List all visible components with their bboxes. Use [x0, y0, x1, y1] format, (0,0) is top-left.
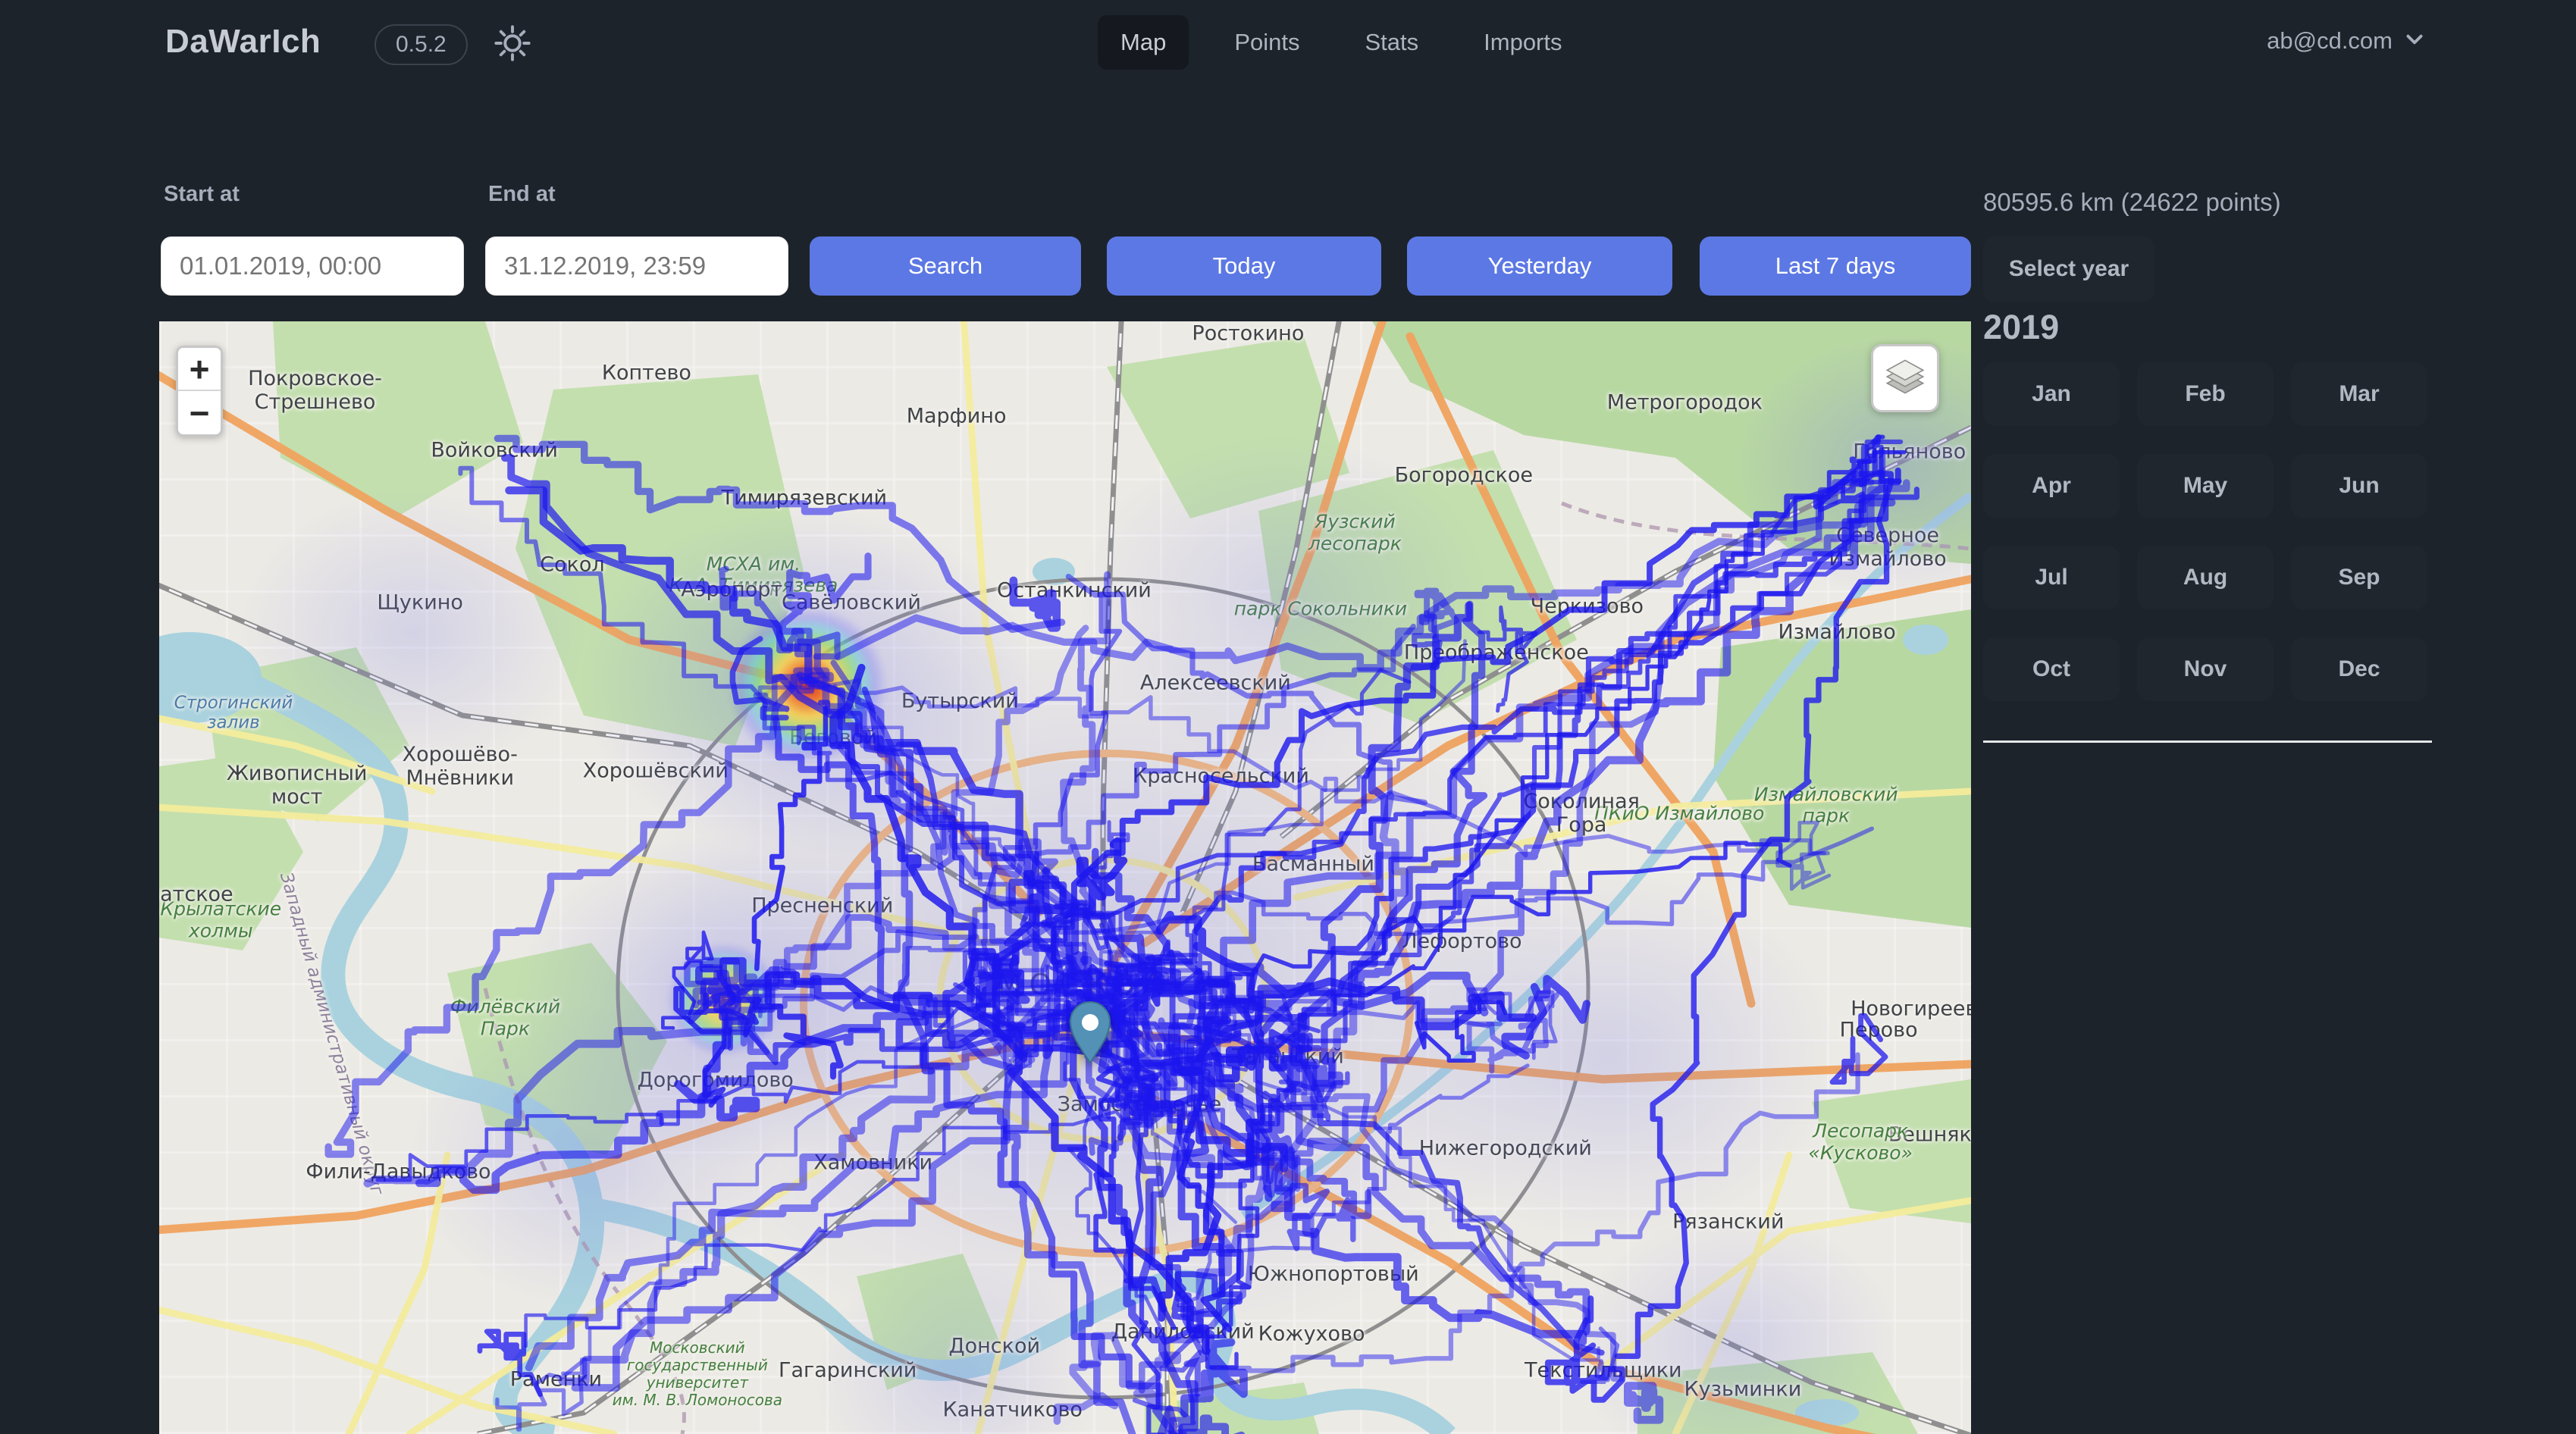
yesterday-button[interactable]: Yesterday — [1407, 236, 1672, 296]
month-button-dec[interactable]: Dec — [2291, 637, 2427, 701]
search-button[interactable]: Search — [810, 236, 1081, 296]
month-button-mar[interactable]: Mar — [2291, 362, 2427, 426]
start-at-label: Start at — [164, 182, 240, 207]
tab-stats[interactable]: Stats — [1345, 15, 1438, 70]
theme-toggle-button[interactable] — [491, 23, 534, 65]
month-button-feb[interactable]: Feb — [2137, 362, 2274, 426]
user-menu[interactable]: ab@cd.com — [2267, 27, 2426, 55]
today-button[interactable]: Today — [1107, 236, 1381, 296]
month-button-sep[interactable]: Sep — [2291, 546, 2427, 609]
layers-icon — [1884, 355, 1926, 402]
end-at-label: End at — [488, 182, 556, 207]
month-button-oct[interactable]: Oct — [1983, 637, 2120, 701]
sun-icon — [493, 23, 532, 65]
last-7-days-button[interactable]: Last 7 days — [1700, 236, 1971, 296]
tab-imports[interactable]: Imports — [1464, 15, 1581, 70]
gps-tracks-layer — [159, 321, 1971, 1434]
month-button-jul[interactable]: Jul — [1983, 546, 2120, 609]
year-heading: 2019 — [1983, 308, 2059, 347]
layers-control-button[interactable] — [1871, 344, 1939, 412]
zoom-out-button[interactable]: − — [178, 391, 221, 434]
select-year-button[interactable]: Select year — [1983, 236, 2155, 302]
tab-points[interactable]: Points — [1214, 15, 1319, 70]
distance-stats: 80595.6 km (24622 points) — [1983, 188, 2281, 217]
month-grid: Jan Feb Mar Apr May Jun Jul Aug Sep Oct Nov Dec — [1983, 362, 2427, 701]
month-button-jun[interactable]: Jun — [2291, 454, 2427, 518]
tab-map[interactable]: Map — [1098, 15, 1189, 70]
month-button-nov[interactable]: Nov — [2137, 637, 2274, 701]
chevron-down-icon — [2403, 28, 2426, 55]
map-container[interactable]: Покровское- СтрешневоКоптевоТимирязевски… — [159, 321, 1971, 1434]
month-button-apr[interactable]: Apr — [1983, 454, 2120, 518]
month-button-jan[interactable]: Jan — [1983, 362, 2120, 426]
end-at-input[interactable] — [485, 236, 788, 296]
sidebar-divider — [1983, 740, 2432, 743]
zoom-control: + − — [176, 346, 223, 437]
app-logo: DaWarIch — [165, 23, 321, 61]
zoom-in-button[interactable]: + — [178, 348, 221, 391]
nav-tabs: Map Points Stats Imports — [1098, 15, 1582, 70]
version-badge: 0.5.2 — [374, 24, 468, 65]
month-button-may[interactable]: May — [2137, 454, 2274, 518]
month-button-aug[interactable]: Aug — [2137, 546, 2274, 609]
start-at-input[interactable] — [161, 236, 464, 296]
user-email: ab@cd.com — [2267, 27, 2393, 55]
